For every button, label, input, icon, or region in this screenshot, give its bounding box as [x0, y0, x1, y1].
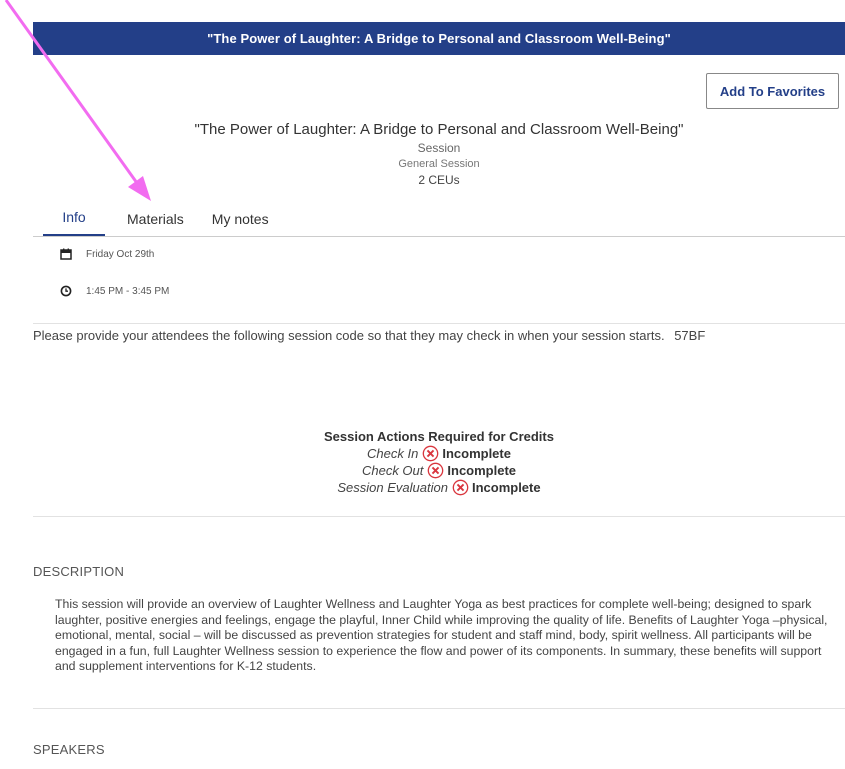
credit-action-row: Session Evaluation Incomplete — [33, 479, 845, 496]
session-title-bar: "The Power of Laughter: A Bridge to Pers… — [33, 22, 845, 55]
action-label: Check Out — [361, 463, 424, 478]
session-time-row: 1:45 PM - 3:45 PM — [60, 285, 169, 297]
divider — [33, 708, 845, 709]
session-time: 1:45 PM - 3:45 PM — [86, 285, 170, 297]
session-code: 57BF — [674, 328, 706, 343]
checkin-message: Please provide your attendees the follow… — [33, 328, 665, 343]
session-ceus: 2 CEUs — [418, 173, 460, 187]
speakers-heading: SPEAKERS — [33, 742, 105, 757]
action-status: Incomplete — [447, 463, 517, 478]
credit-actions: Session Actions Required for Credits Che… — [33, 428, 845, 496]
credit-actions-heading: Session Actions Required for Credits — [324, 429, 554, 444]
action-label: Check In — [367, 446, 419, 461]
action-label: Session Evaluation — [337, 480, 448, 495]
calendar-icon — [60, 248, 72, 260]
add-to-favorites-button[interactable]: Add To Favorites — [706, 73, 839, 109]
tab-bar: Info Materials My notes — [33, 203, 845, 237]
credit-action-row: Check Out Incomplete — [33, 462, 845, 479]
description-heading: DESCRIPTION — [33, 564, 125, 579]
session-category: General Session — [398, 158, 480, 170]
session-header: "The Power of Laughter: A Bridge to Pers… — [33, 120, 845, 188]
action-status: Incomplete — [442, 446, 511, 461]
checkin-code-message: Please provide your attendees the follow… — [33, 328, 705, 343]
tab-materials[interactable]: Materials — [127, 211, 184, 236]
session-type: Session — [417, 141, 461, 155]
x-circle-icon — [423, 445, 439, 462]
divider — [33, 516, 845, 517]
x-circle-icon — [452, 479, 469, 496]
session-title: "The Power of Laughter: A Bridge to Pers… — [194, 121, 684, 138]
credit-action-row: Check In Incomplete — [33, 445, 845, 462]
clock-icon — [60, 285, 72, 297]
tab-info[interactable]: Info — [43, 209, 105, 236]
tab-my-notes[interactable]: My notes — [212, 211, 269, 236]
x-circle-icon — [428, 462, 444, 479]
divider — [33, 323, 845, 324]
header-title: "The Power of Laughter: A Bridge to Pers… — [207, 31, 671, 46]
session-date-row: Friday Oct 29th — [60, 248, 154, 260]
description-text: This session will provide an overview of… — [55, 597, 828, 673]
session-date: Friday Oct 29th — [86, 248, 155, 260]
action-status: Incomplete — [471, 480, 541, 495]
